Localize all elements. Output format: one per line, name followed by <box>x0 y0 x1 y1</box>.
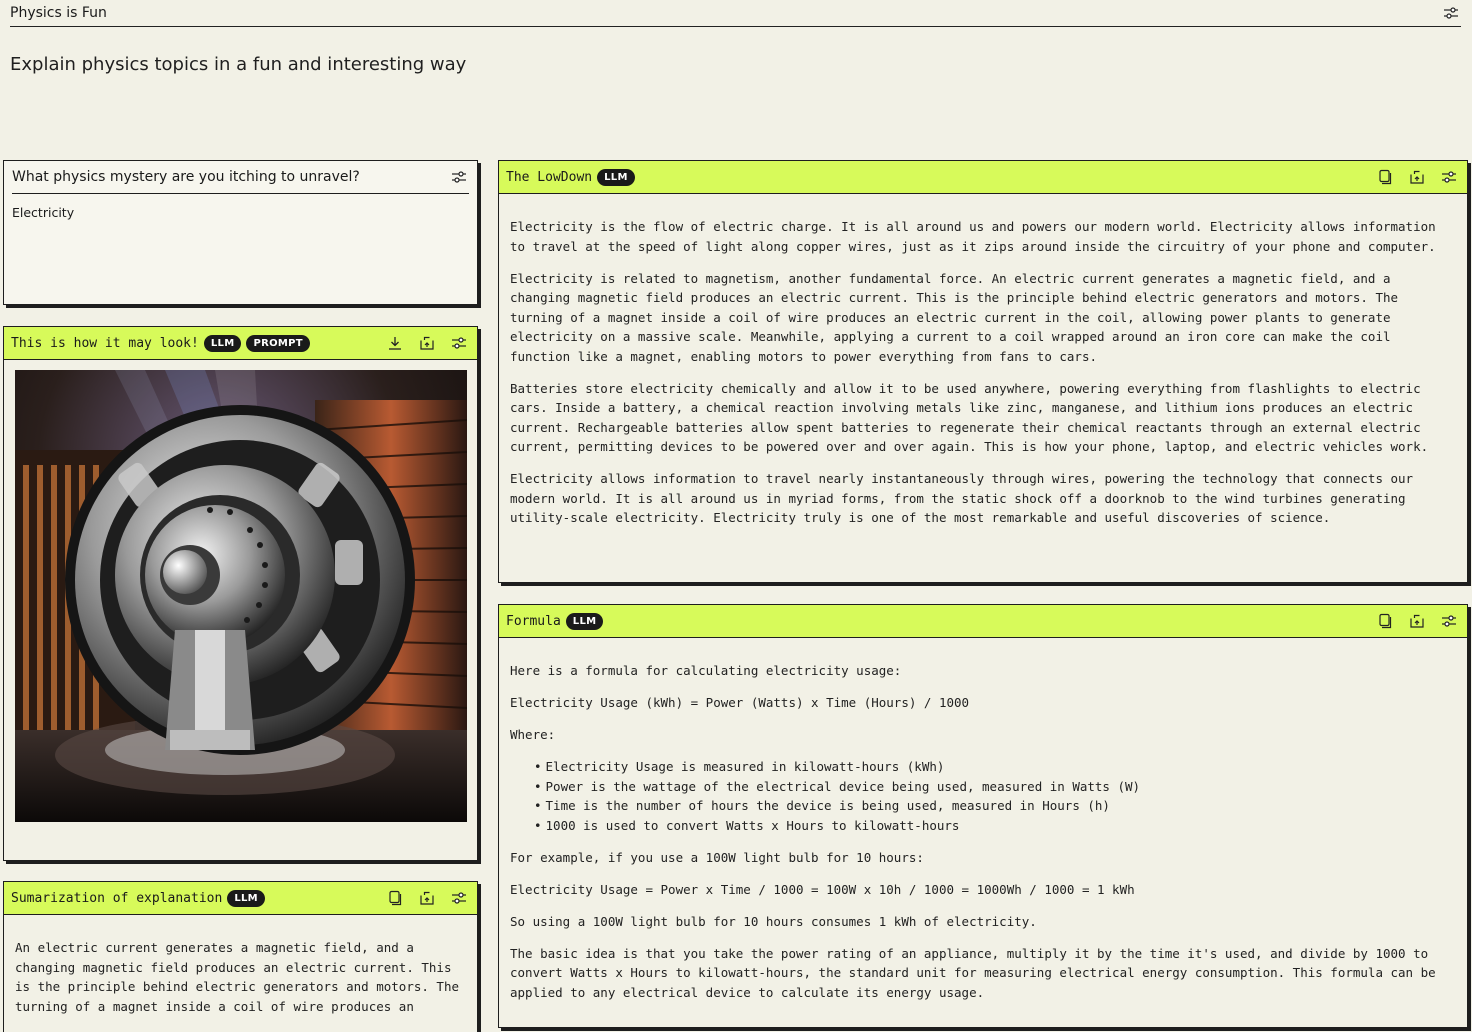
share-icon[interactable] <box>417 888 437 908</box>
list-item: Time is the number of hours the device i… <box>534 796 1456 816</box>
formula-closing: The basic idea is that you take the powe… <box>510 945 1436 1000</box>
lowdown-panel: The LowDown LLM Electricity is the flow … <box>498 160 1468 583</box>
app-title: Physics is Fun <box>10 5 107 21</box>
summary-text: An electric current generates a magnetic… <box>15 940 460 1014</box>
formula-panel-header: Formula LLM <box>499 605 1467 638</box>
input-panel: What physics mystery are you itching to … <box>3 160 478 305</box>
llm-badge: LLM <box>227 889 265 907</box>
list-item: Power is the wattage of the electrical d… <box>534 777 1456 797</box>
image-panel: This is how it may look! LLM PROMPT <box>3 326 478 861</box>
sliders-icon[interactable] <box>1441 3 1461 23</box>
share-icon[interactable] <box>417 333 437 353</box>
list-item: Electricity Usage is measured in kilowat… <box>534 757 1456 777</box>
share-icon[interactable] <box>1407 167 1427 187</box>
copy-icon[interactable] <box>1375 167 1395 187</box>
sliders-icon[interactable] <box>1439 167 1459 187</box>
llm-badge: LLM <box>203 334 242 352</box>
input-panel-title: What physics mystery are you itching to … <box>12 169 360 185</box>
lowdown-panel-title: The LowDown <box>506 169 593 185</box>
formula-panel: Formula LLM Here is a formula for calcul… <box>498 604 1468 1028</box>
formula-equation: Electricity Usage (kWh) = Power (Watts) … <box>510 695 970 710</box>
formula-example-calc: Electricity Usage = Power x Time / 1000 … <box>510 881 1135 897</box>
lowdown-paragraph: Electricity allows information to travel… <box>510 471 1414 525</box>
lowdown-paragraph: Electricity is related to magnetism, ano… <box>510 270 1399 364</box>
prompt-badge: PROMPT <box>246 334 310 352</box>
summary-panel: Sumarization of explanation LLM An elect… <box>3 881 478 1032</box>
lowdown-paragraph: Electricity is the flow of electric char… <box>510 219 1436 254</box>
sliders-icon[interactable] <box>449 167 469 187</box>
topic-input[interactable]: Electricity <box>4 194 477 231</box>
list-item: 1000 is used to convert Watts x Hours to… <box>534 816 1456 836</box>
formula-panel-title: Formula <box>506 613 561 629</box>
formula-where: Where: <box>510 727 556 742</box>
generated-image <box>15 370 467 822</box>
share-icon[interactable] <box>1407 611 1427 631</box>
download-icon[interactable] <box>385 333 405 353</box>
app-subtitle: Explain physics topics in a fun and inte… <box>10 54 467 75</box>
formula-intro: Here is a formula for calculating electr… <box>510 663 902 678</box>
sliders-icon[interactable] <box>449 888 469 908</box>
lowdown-panel-header: The LowDown LLM <box>499 161 1467 194</box>
copy-icon[interactable] <box>1375 611 1395 631</box>
app-header: Physics is Fun <box>10 0 1461 27</box>
image-panel-header: This is how it may look! LLM PROMPT <box>4 327 477 360</box>
llm-badge: LLM <box>597 168 635 186</box>
formula-example-intro: For example, if you use a 100W light bul… <box>510 849 924 865</box>
summary-panel-header: Sumarization of explanation LLM <box>4 882 477 915</box>
input-panel-header: What physics mystery are you itching to … <box>12 161 469 194</box>
sliders-icon[interactable] <box>449 333 469 353</box>
llm-badge: LLM <box>565 612 604 630</box>
copy-icon[interactable] <box>385 888 405 908</box>
image-panel-title: This is how it may look! <box>11 335 199 351</box>
formula-bullets: Electricity Usage is measured in kilowat… <box>534 757 1456 835</box>
summary-panel-title: Sumarization of explanation <box>11 890 223 906</box>
lowdown-paragraph: Batteries store electricity chemically a… <box>510 380 1429 455</box>
formula-example-result: So using a 100W light bulb for 10 hours … <box>510 913 1037 929</box>
sliders-icon[interactable] <box>1439 611 1459 631</box>
